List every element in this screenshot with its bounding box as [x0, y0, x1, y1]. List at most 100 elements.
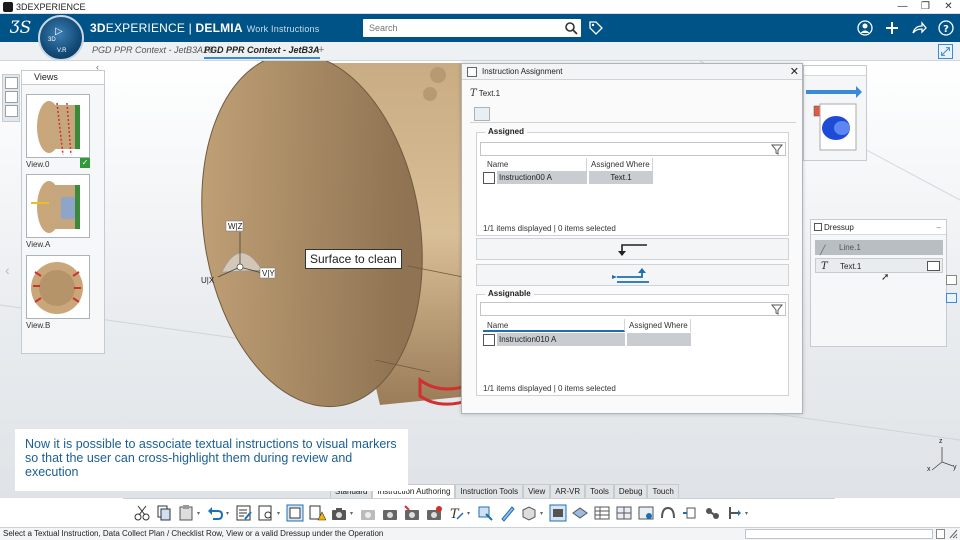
copy-icon[interactable]	[155, 504, 173, 522]
help-icon[interactable]: ?	[938, 20, 954, 36]
table-row[interactable]: Instruction010 A	[483, 333, 693, 347]
assembly-preview-graphic[interactable]: ▸	[804, 76, 868, 166]
warning-icon[interactable]	[308, 504, 326, 522]
grid-link-icon[interactable]	[637, 504, 655, 522]
layers-icon[interactable]	[571, 504, 589, 522]
assigned-filter-input[interactable]	[480, 142, 786, 156]
collapse-views-icon[interactable]: ‹	[96, 62, 99, 72]
maximize-button[interactable]: ❐	[914, 0, 937, 14]
fullscreen-icon[interactable]	[938, 44, 953, 59]
edit-text-icon[interactable]	[474, 107, 490, 121]
assignable-col-name[interactable]: Name	[483, 319, 625, 332]
box-dropdown-icon[interactable]: ▾	[540, 510, 547, 517]
close-window-button[interactable]: ✕	[937, 0, 960, 14]
assignable-col-where[interactable]: Assigned Where	[625, 319, 691, 332]
section-tab-tools[interactable]: Tools	[585, 484, 614, 498]
undo-icon[interactable]	[206, 504, 224, 522]
tab-ppr-context-10[interactable]: PGD PPR Context - JetB3A10	[92, 45, 213, 55]
cable-icon[interactable]	[659, 504, 677, 522]
dressup-header: Dressup –	[811, 220, 946, 235]
triad-gizmo[interactable]	[931, 447, 954, 471]
dressup-item-text[interactable]: T Text.1	[815, 258, 943, 273]
table-icon[interactable]	[593, 504, 611, 522]
assigned-col-name[interactable]: Name	[483, 158, 587, 171]
compass-widget[interactable]: ▷ 3D V.R	[38, 15, 84, 61]
surface-annotation-text[interactable]: Surface to clean	[305, 249, 402, 269]
marker-icon[interactable]	[476, 504, 494, 522]
edit-view-icon[interactable]	[5, 91, 18, 103]
view-a-image	[31, 181, 80, 233]
table-row[interactable]: Instruction00 A Text.1	[483, 171, 653, 185]
text-instruction-icon[interactable]	[235, 504, 253, 522]
left-chevron-icon[interactable]: ‹	[5, 262, 10, 278]
paste-dropdown-icon[interactable]: ▾	[197, 510, 204, 517]
dressup-item-line[interactable]: ╱ Line.1	[815, 240, 943, 255]
visibility-icon[interactable]	[927, 261, 940, 271]
camera-disabled-icon[interactable]	[359, 504, 377, 522]
camera-small-icon[interactable]	[5, 105, 18, 117]
cut-icon[interactable]	[133, 504, 151, 522]
view-thumbnail-b[interactable]	[26, 255, 90, 319]
capture-remove-icon[interactable]	[425, 504, 443, 522]
paste-icon[interactable]	[177, 504, 195, 522]
screen-capture-icon[interactable]	[549, 504, 567, 522]
tab-ppr-context-active[interactable]: PGD PPR Context - JetB3A	[204, 45, 320, 59]
side-panel-icon-2[interactable]	[946, 293, 957, 303]
assigned-status: 1/1 items displayed | 0 items selected	[483, 224, 616, 233]
command-input[interactable]	[745, 529, 933, 539]
assigned-title: Assigned	[485, 127, 528, 136]
search-instruction-icon[interactable]	[257, 504, 275, 522]
assign-button[interactable]	[476, 264, 789, 286]
box-icon[interactable]	[520, 504, 538, 522]
window-title: 3DEXPERIENCE	[16, 1, 86, 12]
section-tab-view[interactable]: View	[523, 484, 551, 498]
section-tab-touch[interactable]: Touch	[647, 484, 679, 498]
undo-dropdown-icon[interactable]: ▾	[226, 510, 233, 517]
grid-edit-icon[interactable]	[615, 504, 633, 522]
robot-icon[interactable]	[703, 504, 721, 522]
minimize-dressup-icon[interactable]: –	[937, 220, 941, 235]
pen-icon[interactable]	[498, 504, 516, 522]
filter-icon[interactable]	[769, 142, 785, 156]
view-b-image	[31, 262, 83, 314]
section-tab-debug[interactable]: Debug	[613, 484, 648, 498]
search-input[interactable]	[363, 19, 581, 37]
compass-dimension: 3D	[48, 37, 56, 43]
filter-icon[interactable]	[769, 302, 785, 316]
search-icon[interactable]	[564, 21, 578, 35]
close-icon[interactable]: ✕	[790, 64, 799, 80]
triad-label-y: y	[953, 464, 957, 471]
text-dressup-dropdown-icon[interactable]: ▾	[467, 510, 474, 517]
view-0-checked-icon[interactable]: ✓	[80, 158, 90, 168]
views-panel-toggle-icon[interactable]	[5, 77, 18, 89]
text-icon: T	[821, 261, 828, 272]
flow-icon[interactable]	[725, 504, 743, 522]
capture-annotated-icon[interactable]	[403, 504, 421, 522]
status-window-icon[interactable]	[936, 529, 945, 539]
user-icon[interactable]	[857, 20, 873, 36]
instruction-assignment-tool-icon[interactable]	[286, 504, 304, 522]
section-tab-instruction-tools[interactable]: Instruction Tools	[455, 484, 524, 498]
share-icon[interactable]	[911, 20, 927, 36]
camera-dropdown-icon[interactable]: ▾	[350, 510, 357, 517]
view-thumbnail-0[interactable]	[26, 94, 90, 158]
side-panel-icon-1[interactable]	[946, 275, 957, 285]
view-thumbnail-a[interactable]	[26, 174, 90, 238]
ds-logo-icon[interactable]: ƷS	[10, 18, 38, 38]
assignable-filter-input[interactable]	[480, 302, 786, 316]
flow-dropdown-icon[interactable]: ▾	[745, 510, 752, 517]
play-icon[interactable]: ▷	[55, 26, 63, 37]
section-tab-ar-vr[interactable]: AR-VR	[550, 484, 586, 498]
capture-view-icon[interactable]	[381, 504, 399, 522]
unassign-button[interactable]	[476, 238, 789, 260]
assigned-col-where[interactable]: Assigned Where	[587, 158, 653, 171]
tag-icon[interactable]	[588, 20, 604, 36]
minimize-button[interactable]: —	[891, 0, 914, 14]
status-settings-icon[interactable]	[949, 529, 958, 539]
camera-icon[interactable]	[330, 504, 348, 522]
search-instruction-dropdown-icon[interactable]: ▾	[277, 510, 284, 517]
add-icon[interactable]	[884, 20, 900, 36]
arrange-icon[interactable]	[681, 504, 699, 522]
text-dressup-icon[interactable]: T	[447, 504, 465, 522]
add-tab-icon[interactable]: +	[318, 44, 324, 56]
